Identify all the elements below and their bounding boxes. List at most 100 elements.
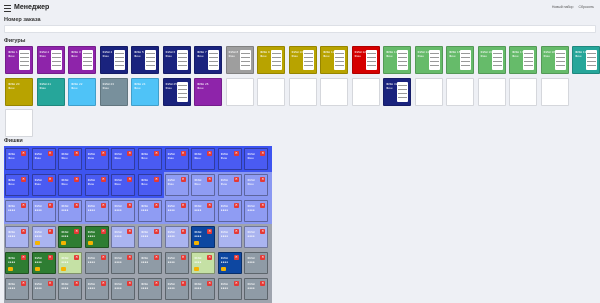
delete-chip-icon[interactable]: ✕ <box>74 151 80 156</box>
figure-card[interactable] <box>257 77 285 106</box>
chip-cell[interactable]: ФИШ ●●●● ✕ <box>191 200 216 222</box>
figure-card[interactable] <box>509 77 537 106</box>
chip-cell[interactable]: ФИШ ●●●● ✕ <box>111 278 136 300</box>
figure-card[interactable]: ФИШ 1 Фиш <box>5 46 33 74</box>
figure-card[interactable]: ФИШ 4 Фиш <box>99 46 128 74</box>
delete-chip-icon[interactable]: ✕ <box>180 229 186 234</box>
chip-cell[interactable]: ФИШ Фиш ✕ <box>111 148 136 170</box>
chip-cell[interactable]: ФИШ Фиш ✕ <box>164 174 189 196</box>
delete-chip-icon[interactable]: ✕ <box>74 281 80 286</box>
chip-cell[interactable]: ФИШ Фиш ✕ <box>111 174 136 196</box>
delete-chip-icon[interactable]: ✕ <box>154 229 159 234</box>
delete-chip-icon[interactable]: ✕ <box>100 203 106 208</box>
delete-chip-icon[interactable]: ✕ <box>127 203 133 208</box>
chip-cell[interactable]: ФИШ ●●●● ✕ <box>191 252 216 274</box>
delete-chip-icon[interactable]: ✕ <box>47 151 53 156</box>
delete-chip-icon[interactable]: ✕ <box>127 151 133 156</box>
chip-cell[interactable]: ФИШ ●●●● ✕ <box>5 252 29 274</box>
chip-cell[interactable]: ФИШ ●●●● ✕ <box>5 278 29 300</box>
chip-cell[interactable]: ФИШ ●●●● ✕ <box>31 200 56 222</box>
delete-chip-icon[interactable]: ✕ <box>47 229 53 234</box>
chip-cell[interactable]: ФИШ ●●●● ✕ <box>191 226 216 248</box>
chip-cell[interactable]: ФИШ ●●●● ✕ <box>164 226 189 248</box>
delete-chip-icon[interactable]: ✕ <box>74 203 80 208</box>
delete-chip-icon[interactable]: ✕ <box>21 255 26 260</box>
delete-chip-icon[interactable]: ✕ <box>260 151 266 156</box>
delete-chip-icon[interactable]: ✕ <box>207 229 213 234</box>
delete-chip-icon[interactable]: ✕ <box>180 281 186 286</box>
chip-cell[interactable]: ФИШ ●●●● ✕ <box>58 200 83 222</box>
delete-chip-icon[interactable]: ✕ <box>180 151 186 156</box>
chip-cell[interactable]: ФИШ ●●●● ✕ <box>58 278 83 300</box>
figure-card[interactable]: ФИШ 20 Фиш <box>5 77 33 106</box>
chip-cell[interactable]: ФИШ Фиш ✕ <box>5 148 29 170</box>
delete-chip-icon[interactable]: ✕ <box>127 255 133 260</box>
figure-card[interactable]: ФИШ 25 Фиш <box>162 77 191 106</box>
figure-card[interactable]: ФИШ 15 Фиш <box>446 46 474 74</box>
figure-card-empty[interactable] <box>5 109 33 137</box>
chip-cell[interactable]: ФИШ ●●●● ✕ <box>58 252 83 274</box>
chip-cell[interactable]: ФИШ Фиш ✕ <box>191 148 216 170</box>
chip-cell[interactable]: ФИШ ●●●● ✕ <box>31 278 56 300</box>
chip-cell[interactable]: ФИШ ●●●● ✕ <box>111 226 136 248</box>
delete-chip-icon[interactable]: ✕ <box>74 255 80 260</box>
figure-card[interactable]: ФИШ 11 Фиш <box>320 46 348 74</box>
chip-cell[interactable]: ФИШ Фиш ✕ <box>217 174 242 196</box>
figure-card[interactable]: ФИШ 17 Фиш <box>509 46 537 74</box>
chip-cell[interactable]: ФИШ Фиш ✕ <box>138 174 162 196</box>
chip-cell[interactable]: ФИШ Фиш ✕ <box>191 174 216 196</box>
figure-card[interactable] <box>288 77 317 106</box>
chip-cell[interactable]: ФИШ ●●●● ✕ <box>244 252 269 274</box>
delete-chip-icon[interactable]: ✕ <box>127 281 133 286</box>
figure-card[interactable]: ФИШ 32 Фиш <box>383 77 411 106</box>
figure-card[interactable] <box>477 77 506 106</box>
order-number-input[interactable] <box>4 25 596 33</box>
delete-chip-icon[interactable]: ✕ <box>100 281 106 286</box>
chip-cell[interactable]: ФИШ Фиш ✕ <box>5 174 29 196</box>
delete-chip-icon[interactable]: ✕ <box>260 203 266 208</box>
chip-cell[interactable]: ФИШ Фиш ✕ <box>244 174 269 196</box>
delete-chip-icon[interactable]: ✕ <box>260 229 266 234</box>
delete-chip-icon[interactable]: ✕ <box>233 229 239 234</box>
figure-card[interactable] <box>351 77 380 106</box>
figure-card[interactable]: ФИШ 22 Фиш <box>68 77 96 106</box>
delete-chip-icon[interactable]: ✕ <box>100 229 106 234</box>
delete-chip-icon[interactable]: ✕ <box>100 177 106 182</box>
delete-chip-icon[interactable]: ✕ <box>154 177 159 182</box>
chip-cell[interactable]: ФИШ ●●●● ✕ <box>5 226 29 248</box>
figure-card[interactable]: ФИШ 16 Фиш <box>477 46 506 74</box>
figure-card[interactable]: ФИШ 18 Фиш <box>540 46 569 74</box>
delete-chip-icon[interactable]: ✕ <box>260 177 266 182</box>
delete-chip-icon[interactable]: ✕ <box>207 177 213 182</box>
delete-chip-icon[interactable]: ✕ <box>180 177 186 182</box>
figure-card[interactable] <box>446 77 474 106</box>
chip-cell[interactable]: ФИШ Фиш ✕ <box>217 148 242 170</box>
chip-cell[interactable]: ФИШ ●●●● ✕ <box>111 252 136 274</box>
delete-chip-icon[interactable]: ✕ <box>21 177 26 182</box>
chip-cell[interactable]: ФИШ ●●●● ✕ <box>84 278 109 300</box>
chip-cell[interactable]: ФИШ ●●●● ✕ <box>138 252 162 274</box>
chip-cell[interactable]: ФИШ Фиш ✕ <box>244 148 269 170</box>
figure-card[interactable]: ФИШ 14 Фиш <box>414 46 443 74</box>
chip-cell[interactable]: ФИШ ●●●● ✕ <box>244 278 269 300</box>
chip-cell[interactable]: ФИШ Фиш ✕ <box>84 174 109 196</box>
chip-cell[interactable]: ФИШ ●●●● ✕ <box>164 278 189 300</box>
delete-chip-icon[interactable]: ✕ <box>47 177 53 182</box>
chip-cell[interactable]: ФИШ ●●●● ✕ <box>244 226 269 248</box>
delete-chip-icon[interactable]: ✕ <box>74 177 80 182</box>
figure-card[interactable]: ФИШ 13 Фиш <box>383 46 411 74</box>
figure-card[interactable]: ФИШ 12 Фиш <box>351 46 380 74</box>
chip-cell[interactable]: ФИШ ●●●● ✕ <box>191 278 216 300</box>
chip-cell[interactable]: ФИШ ●●●● ✕ <box>84 226 109 248</box>
chip-cell[interactable]: ФИШ ●●●● ✕ <box>217 226 242 248</box>
delete-chip-icon[interactable]: ✕ <box>127 229 133 234</box>
figure-card[interactable]: ФИШ 21 Фиш <box>36 77 65 106</box>
figure-card[interactable] <box>540 77 569 106</box>
figure-card[interactable]: ФИШ 8 Фиш <box>225 46 254 74</box>
delete-chip-icon[interactable]: ✕ <box>180 203 186 208</box>
chip-cell[interactable]: ФИШ Фиш ✕ <box>31 174 56 196</box>
figure-card[interactable]: ФИШ 19 Фиш <box>572 46 600 74</box>
menu-icon[interactable] <box>4 5 11 12</box>
figure-card[interactable]: ФИШ 7 Фиш <box>194 46 222 74</box>
chip-cell[interactable]: ФИШ ●●●● ✕ <box>84 252 109 274</box>
